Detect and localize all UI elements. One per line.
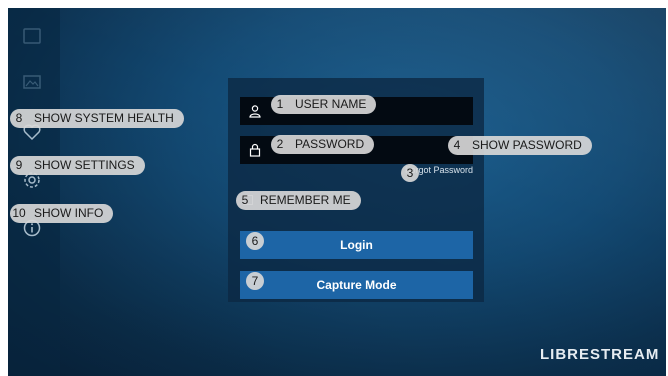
sidebar [8,8,60,376]
annotation-settings: 9 SHOW SETTINGS [10,156,145,175]
logo-text: LIBRESTREAM [540,346,660,363]
gallery-icon[interactable] [22,72,42,92]
annotation-login: 6 [246,232,264,250]
annotation-number: 9 [15,158,23,172]
annotation-user-name: 1 USER NAME [271,95,377,114]
annotation-number: 1 [276,97,284,111]
capture-mode-button[interactable]: Capture Mode [240,271,473,299]
annotation-label: USER NAME [295,97,367,111]
annotation-show-password: 4 SHOW PASSWORD [448,136,592,155]
annotation-label: PASSWORD [295,137,365,151]
annotation-label: SHOW PASSWORD [472,138,582,152]
user-icon [248,104,262,118]
annotation-capture-mode: 7 [246,272,264,290]
annotation-number: 5 [241,193,249,207]
annotation-system-health: 8 SHOW SYSTEM HEALTH [10,109,184,128]
annotation-label: SHOW INFO [34,206,104,220]
annotation-label: SHOW SYSTEM HEALTH [34,111,174,125]
annotation-number: 2 [276,137,284,151]
annotation-number: 4 [453,138,461,152]
annotation-number: 8 [15,111,23,125]
annotation-label: REMEMBER ME [260,193,351,207]
lock-icon [248,143,262,157]
annotation-number: 10 [12,206,26,220]
annotation-password: 2 PASSWORD [271,135,375,154]
annotation-info: 10 SHOW INFO [10,204,114,223]
annotation-remember-me: 5 REMEMBER ME [236,191,361,210]
login-button[interactable]: Login [240,231,473,259]
stream-icon[interactable] [22,26,42,46]
annotation-label: SHOW SETTINGS [34,158,135,172]
annotation-forgot-password: 3 [401,164,419,182]
librestream-logo: LIBRESTREAM [540,346,659,363]
